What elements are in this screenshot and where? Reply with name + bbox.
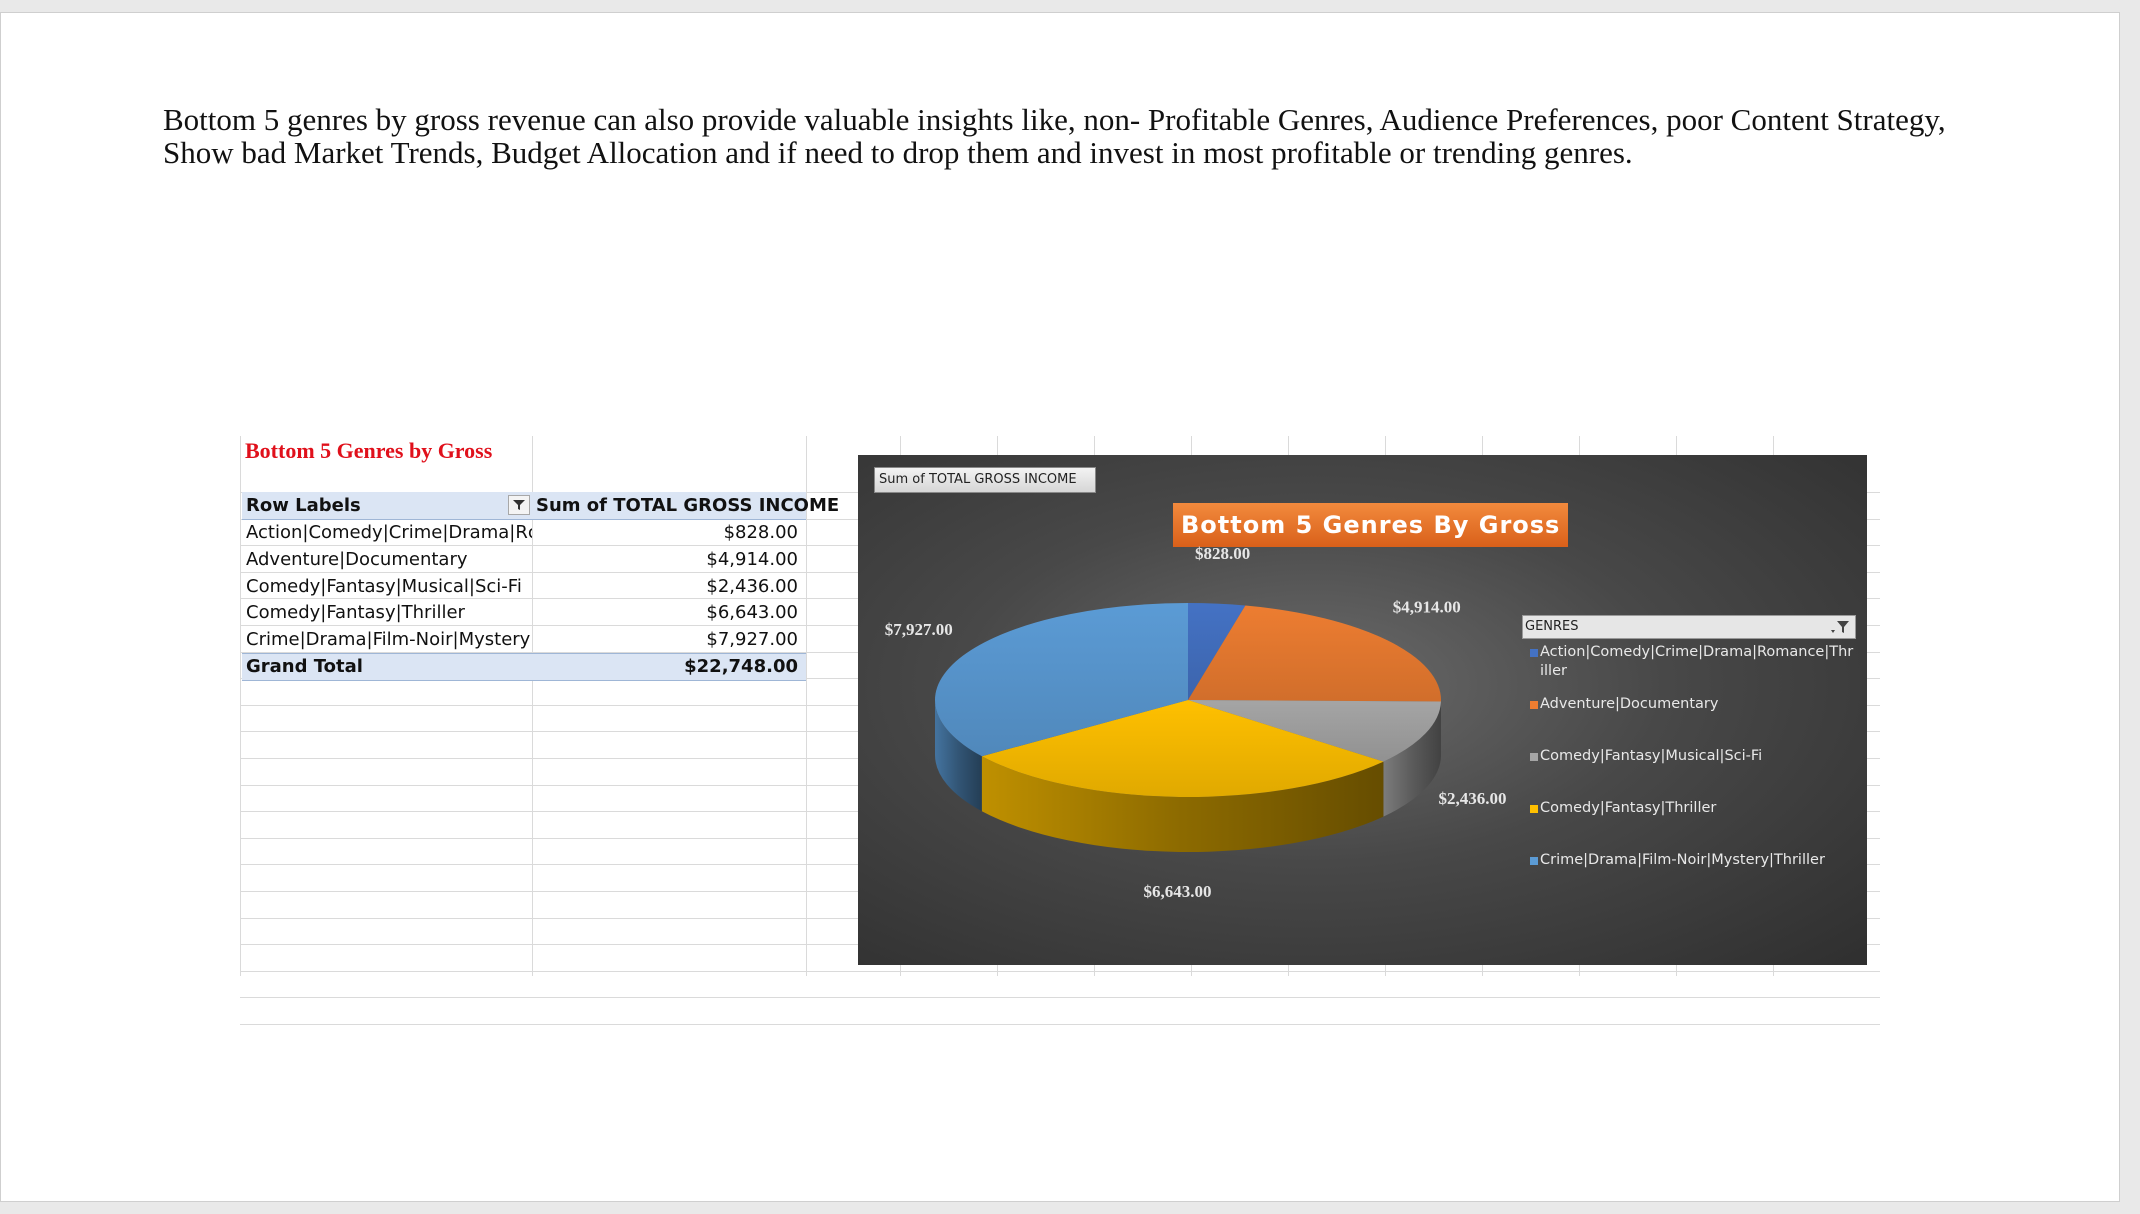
pivot-row-value: $6,643.00 bbox=[706, 602, 798, 624]
legend-label: Crime|Drama|Film-Noir|Mystery|Thriller bbox=[1540, 852, 1825, 868]
pie-data-label: $4,914.00 bbox=[1393, 598, 1461, 617]
pie-data-label: $6,643.00 bbox=[1143, 882, 1211, 901]
legend-item[interactable]: Comedy|Fantasy|Thriller bbox=[1522, 799, 1856, 847]
pie-data-label: $2,436.00 bbox=[1438, 789, 1506, 808]
grand-total-value: $22,748.00 bbox=[684, 656, 798, 678]
pivot-title: Bottom 5 Genres by Gross bbox=[245, 438, 493, 463]
legend-item[interactable]: Comedy|Fantasy|Musical|Sci-Fi bbox=[1522, 747, 1856, 795]
legend-title: GENRES bbox=[1525, 619, 1579, 634]
legend-label: Comedy|Fantasy|Musical|Sci-Fi bbox=[1540, 748, 1763, 764]
legend-header[interactable]: GENRES bbox=[1522, 615, 1856, 639]
legend-swatch bbox=[1530, 649, 1538, 657]
grand-total-label: Grand Total bbox=[246, 656, 363, 678]
pivot-row[interactable]: Action|Comedy|Crime|Drama|Rc $828.00 bbox=[242, 520, 806, 547]
legend-swatch bbox=[1530, 805, 1538, 813]
pivot-header-row: Row Labels Sum of TOTAL GROSS INCOME bbox=[242, 492, 840, 520]
filter-icon bbox=[513, 500, 525, 511]
row-labels-filter-button[interactable] bbox=[508, 495, 530, 516]
legend-items: Action|Comedy|Crime|Drama|Romance|Thrill… bbox=[1522, 643, 1856, 899]
grid-col-line bbox=[806, 436, 807, 976]
pivot-row-label: Action|Comedy|Crime|Drama|Rc bbox=[246, 522, 532, 544]
pie-chart[interactable]: Sum of TOTAL GROSS INCOME Bottom 5 Genre… bbox=[858, 455, 1867, 965]
pivot-row-label: Comedy|Fantasy|Musical|Sci-Fi bbox=[246, 575, 522, 597]
pivot-row[interactable]: Comedy|Fantasy|Thriller $6,643.00 bbox=[242, 599, 806, 626]
grid-row-line bbox=[240, 1024, 1880, 1025]
legend-item[interactable]: Crime|Drama|Film-Noir|Mystery|Thriller bbox=[1522, 851, 1856, 899]
pivot-grand-total-row: Grand Total $22,748.00 bbox=[242, 652, 806, 682]
legend-item[interactable]: Action|Comedy|Crime|Drama|Romance|Thrill… bbox=[1522, 643, 1856, 691]
legend-label: Comedy|Fantasy|Thriller bbox=[1540, 800, 1717, 816]
pivot-row[interactable]: Crime|Drama|Film-Noir|Mystery $7,927.00 bbox=[242, 626, 806, 653]
value-column-header: Sum of TOTAL GROSS INCOME bbox=[536, 494, 840, 516]
legend-label: Adventure|Documentary bbox=[1540, 696, 1719, 712]
pivot-row-value: $828.00 bbox=[723, 522, 798, 544]
pivot-body: Action|Comedy|Crime|Drama|Rc $828.00 Adven… bbox=[242, 520, 806, 653]
grid-col-line bbox=[240, 436, 241, 976]
pivot-row-label: Adventure|Documentary bbox=[246, 548, 468, 570]
pie-data-label: $7,927.00 bbox=[885, 620, 953, 639]
pie-data-label: $828.00 bbox=[1195, 544, 1250, 563]
row-labels-header: Row Labels bbox=[246, 494, 361, 516]
grid-row-line bbox=[240, 997, 1880, 999]
legend-swatch bbox=[1530, 857, 1538, 865]
pivot-row-value: $2,436.00 bbox=[706, 575, 798, 597]
pivot-row[interactable]: Comedy|Fantasy|Musical|Sci-Fi $2,436.00 bbox=[242, 573, 806, 600]
legend-filter-icon[interactable] bbox=[1829, 618, 1851, 636]
grid-row-line bbox=[240, 970, 1880, 972]
pivot-row-label: Crime|Drama|Film-Noir|Mystery bbox=[246, 628, 531, 650]
legend-item[interactable]: Adventure|Documentary bbox=[1522, 695, 1856, 743]
pivot-row-value: $4,914.00 bbox=[706, 548, 798, 570]
body-paragraph: Bottom 5 genres by gross revenue can als… bbox=[163, 102, 1946, 170]
pivot-row-value: $7,927.00 bbox=[706, 628, 798, 650]
pivot-row-label: Comedy|Fantasy|Thriller bbox=[246, 602, 465, 624]
pivot-row[interactable]: Adventure|Documentary $4,914.00 bbox=[242, 546, 806, 573]
legend-label: Action|Comedy|Crime|Drama|Romance|Thrill… bbox=[1540, 644, 1854, 679]
chart-legend: GENRES Action|Comedy|Crime|Drama|Romance… bbox=[1522, 615, 1856, 899]
legend-swatch bbox=[1530, 753, 1538, 761]
pivot-table: Row Labels Sum of TOTAL GROSS INCOME Act… bbox=[242, 492, 840, 682]
legend-swatch bbox=[1530, 701, 1538, 709]
